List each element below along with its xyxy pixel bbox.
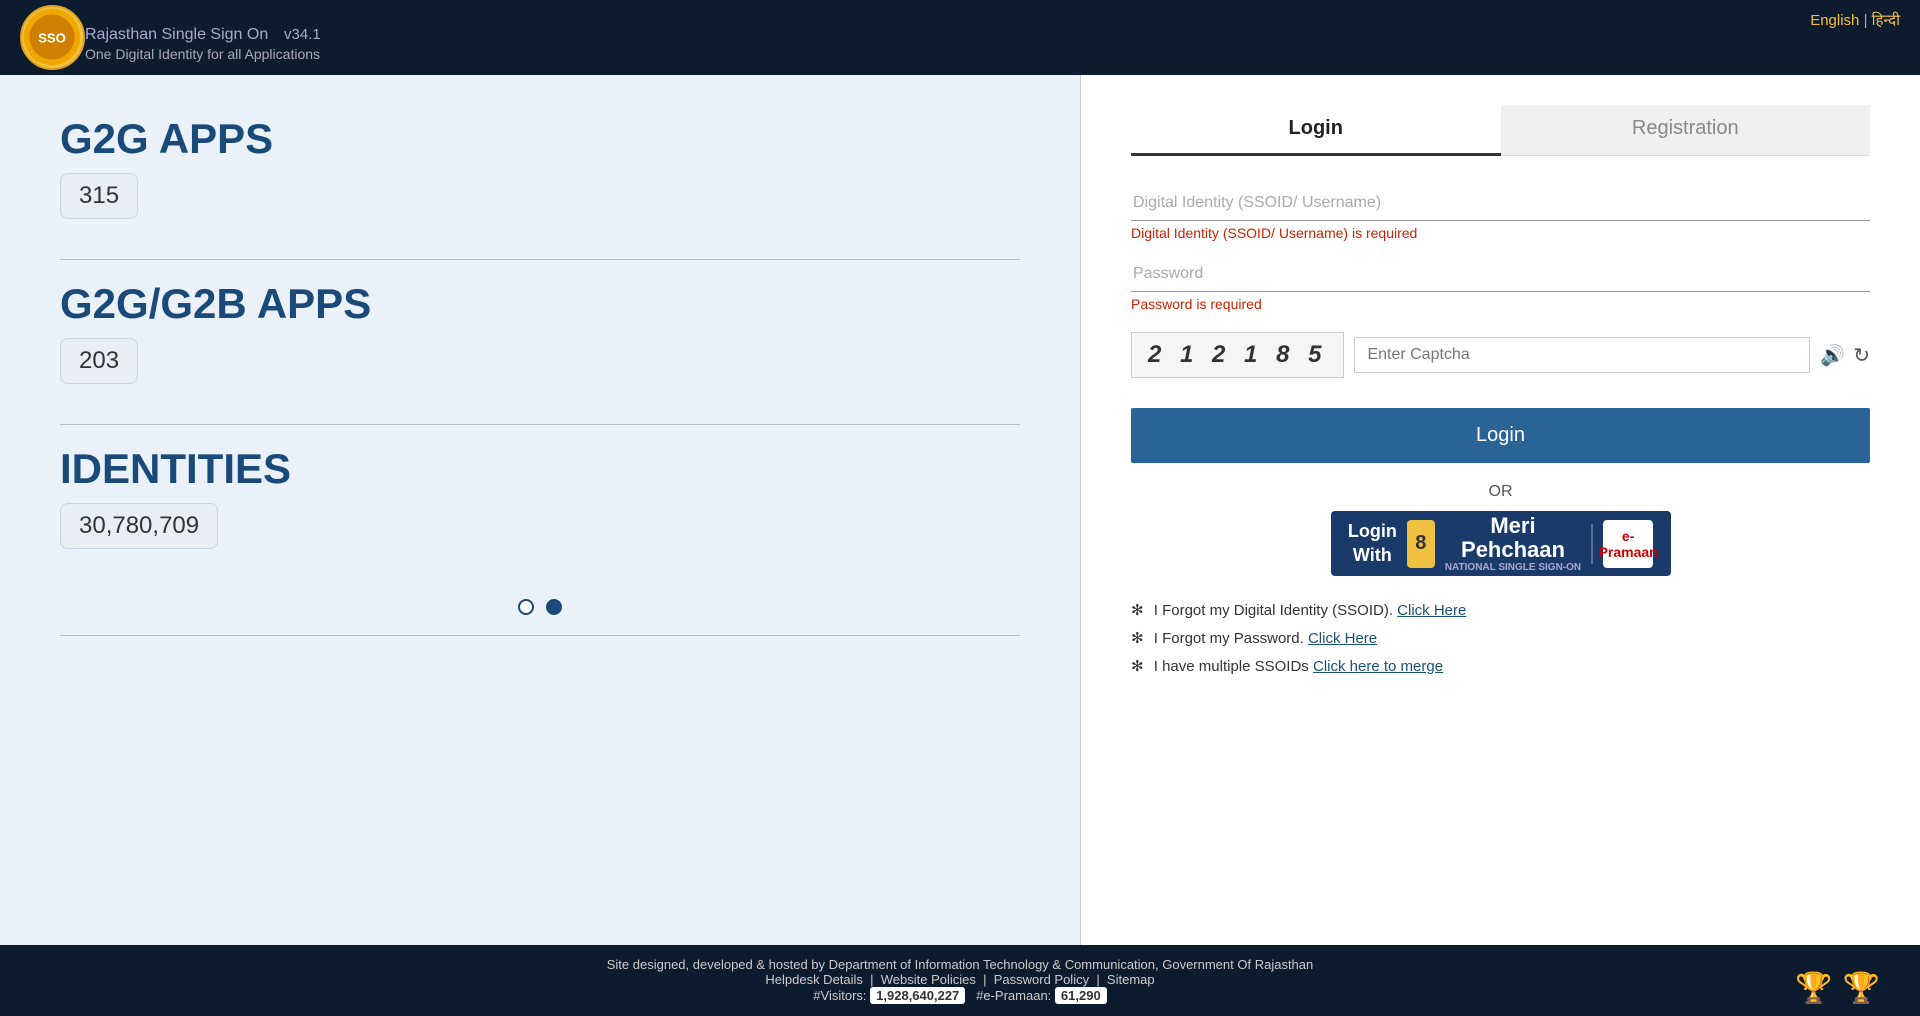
forgot-ssoid-link[interactable]: Click Here [1397, 602, 1466, 619]
svg-text:SSO: SSO [38, 31, 66, 46]
footer-visitors: #Visitors: 1,928,640,227 #e-Pramaan: 61,… [0, 987, 1920, 1004]
site-title: Rajasthan Single Sign On v34.1 [85, 14, 321, 46]
g2g-section: G2G APPS 315 [60, 115, 1020, 239]
g2gb-count: 203 [60, 338, 138, 384]
password-group: Password is required [1131, 257, 1870, 312]
hindi-link[interactable]: हिन्दी [1872, 12, 1900, 29]
trophy-icons: 🏆 🏆 [1795, 971, 1880, 1006]
main-container: G2G APPS 315 G2G/G2B APPS 203 IDENTITIES… [0, 75, 1920, 945]
trophy-icon-1: 🏆 [1795, 971, 1832, 1006]
sitemap-link[interactable]: Sitemap [1107, 972, 1155, 987]
captcha-image: 2 1 2 1 8 5 [1131, 332, 1344, 378]
footer: Site designed, developed & hosted by Dep… [0, 945, 1920, 1016]
pehchaan-logo-circle: 8 [1407, 520, 1435, 568]
tab-login[interactable]: Login [1131, 105, 1501, 156]
g2gb-section: G2G/G2B APPS 203 [60, 280, 1020, 404]
ssoid-input[interactable] [1131, 186, 1870, 221]
logo: SSO [20, 5, 85, 70]
pehchaan-divider [1591, 524, 1593, 564]
site-subtitle: One Digital Identity for all Application… [85, 46, 321, 62]
version-label: v34.1 [284, 26, 321, 43]
lang-separator: | [1864, 12, 1868, 29]
forgot-ssoid-item: ✻ I Forgot my Digital Identity (SSOID). … [1131, 601, 1870, 619]
helpdesk-link[interactable]: Helpdesk Details [765, 972, 863, 987]
right-panel: Login Registration Digital Identity (SSO… [1081, 75, 1920, 945]
header-text: Rajasthan Single Sign On v34.1 One Digit… [85, 14, 321, 62]
password-input[interactable] [1131, 257, 1870, 292]
divider-2 [60, 424, 1020, 425]
identities-count: 30,780,709 [60, 503, 218, 549]
english-link[interactable]: English [1810, 12, 1859, 29]
dot-2[interactable] [546, 599, 562, 615]
footer-designed-by: Site designed, developed & hosted by Dep… [0, 957, 1920, 972]
website-policies-link[interactable]: Website Policies [881, 972, 976, 987]
g2gb-label: G2G/G2B APPS [60, 280, 1020, 328]
or-divider: OR [1131, 483, 1870, 501]
password-error: Password is required [1131, 296, 1870, 312]
merge-ssoid-item: ✻ I have multiple SSOIDs Click here to m… [1131, 657, 1870, 675]
divider-3 [60, 635, 1020, 636]
tab-registration[interactable]: Registration [1501, 105, 1871, 155]
ssoid-error: Digital Identity (SSOID/ Username) is re… [1131, 225, 1870, 241]
forgot-password-item: ✻ I Forgot my Password. Click Here [1131, 629, 1870, 647]
tab-bar: Login Registration [1131, 105, 1870, 156]
help-links: ✻ I Forgot my Digital Identity (SSOID). … [1131, 601, 1870, 675]
captcha-input[interactable] [1354, 337, 1810, 373]
asterisk-3: ✻ [1131, 658, 1144, 675]
login-button[interactable]: Login [1131, 408, 1870, 463]
language-switcher: English | हिन्दी [1810, 10, 1900, 30]
password-policy-link[interactable]: Password Policy [994, 972, 1089, 987]
pehchaan-brand-text: Meri Pehchaan NATIONAL SINGLE SIGN-ON [1445, 514, 1581, 573]
captcha-audio-icon[interactable]: 🔊 [1820, 343, 1845, 368]
captcha-row: 2 1 2 1 8 5 🔊 ↻ [1131, 332, 1870, 378]
identities-label: IDENTITIES [60, 445, 1020, 493]
divider-1 [60, 259, 1020, 260]
g2g-count: 315 [60, 173, 138, 219]
ssoid-group: Digital Identity (SSOID/ Username) is re… [1131, 186, 1870, 241]
carousel-dots [60, 599, 1020, 615]
trophy-icon-2: 🏆 [1843, 971, 1880, 1006]
merge-ssoid-link[interactable]: Click here to merge [1313, 658, 1443, 675]
g2g-label: G2G APPS [60, 115, 1020, 163]
asterisk-1: ✻ [1131, 602, 1144, 619]
captcha-icons: 🔊 ↻ [1820, 343, 1870, 368]
footer-links: Helpdesk Details | Website Policies | Pa… [0, 972, 1920, 987]
pehchaan-banner: Login With 8 Meri Pehchaan NATIONAL SING… [1331, 511, 1671, 576]
visitors-count: 1,928,640,227 [870, 987, 965, 1004]
captcha-refresh-icon[interactable]: ↻ [1853, 343, 1870, 368]
dot-1[interactable] [518, 599, 534, 615]
pehchaan-left-text: Login With [1348, 520, 1397, 567]
asterisk-2: ✻ [1131, 630, 1144, 647]
epramaan-count: 61,290 [1055, 987, 1107, 1004]
identities-section: IDENTITIES 30,780,709 [60, 445, 1020, 569]
pehchaan-login-button[interactable]: Login With 8 Meri Pehchaan NATIONAL SING… [1131, 511, 1870, 576]
header: SSO Rajasthan Single Sign On v34.1 One D… [0, 0, 1920, 75]
forgot-password-link[interactable]: Click Here [1308, 630, 1377, 647]
left-panel: G2G APPS 315 G2G/G2B APPS 203 IDENTITIES… [0, 75, 1081, 945]
epramaan-logo: e-Pramaan [1603, 520, 1653, 568]
